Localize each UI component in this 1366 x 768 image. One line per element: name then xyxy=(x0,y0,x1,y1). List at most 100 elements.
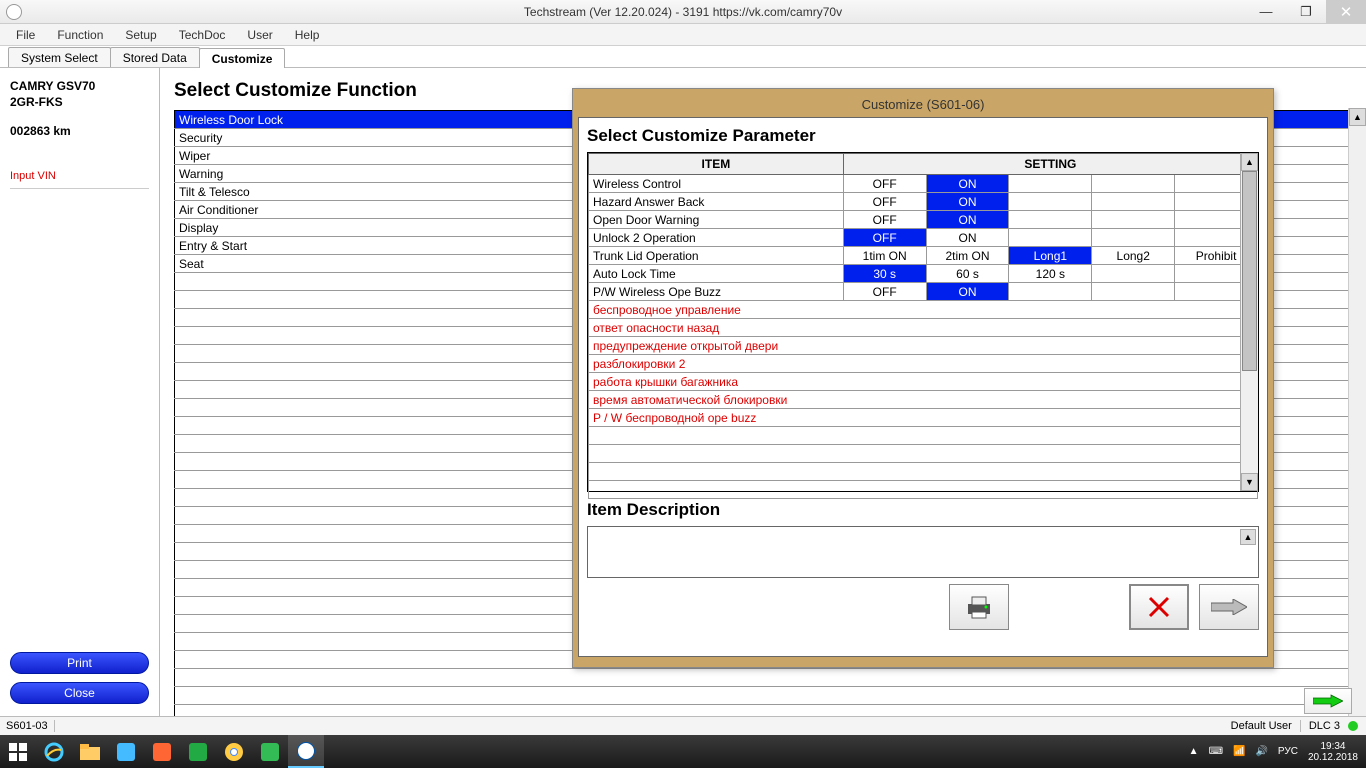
scroll-up-icon[interactable]: ▲ xyxy=(1349,108,1366,126)
param-option[interactable]: ON xyxy=(926,211,1009,229)
param-option[interactable]: 2tim ON xyxy=(926,247,1009,265)
input-vin-link[interactable]: Input VIN xyxy=(10,170,149,182)
app1-icon[interactable] xyxy=(108,735,144,768)
param-item[interactable]: Hazard Answer Back xyxy=(589,193,844,211)
tab-system-select[interactable]: System Select xyxy=(8,47,111,67)
techstream-taskbar-icon[interactable] xyxy=(288,735,324,768)
param-option xyxy=(1092,175,1175,193)
param-translation: разблокировки 2 xyxy=(589,355,1258,373)
scroll-up-icon[interactable]: ▲ xyxy=(1240,529,1256,545)
vehicle-model: CAMRY GSV70 xyxy=(10,78,149,94)
engine-code: 2GR-FKS xyxy=(10,94,149,110)
arrow-right-icon xyxy=(1211,599,1247,615)
empty-row xyxy=(589,463,1258,481)
status-code: S601-03 xyxy=(0,720,55,732)
window-titlebar: Techstream (Ver 12.20.024) - 3191 https:… xyxy=(0,0,1366,24)
left-sidebar: CAMRY GSV70 2GR-FKS 002863 km Input VIN … xyxy=(0,68,160,716)
param-option[interactable]: ON xyxy=(926,175,1009,193)
param-item[interactable]: Trunk Lid Operation xyxy=(589,247,844,265)
menu-function[interactable]: Function xyxy=(47,26,113,44)
item-desc-box: ▲ xyxy=(587,526,1259,578)
chrome-icon[interactable] xyxy=(216,735,252,768)
empty-row xyxy=(175,669,1352,687)
tab-stored-data[interactable]: Stored Data xyxy=(110,47,200,67)
param-option[interactable]: Long2 xyxy=(1092,247,1175,265)
menu-help[interactable]: Help xyxy=(285,26,330,44)
menu-user[interactable]: User xyxy=(237,26,282,44)
dialog-print-button[interactable] xyxy=(949,584,1009,630)
sub-tab-bar: System SelectStored DataCustomize xyxy=(0,46,1366,68)
param-option[interactable]: Long1 xyxy=(1009,247,1092,265)
param-option xyxy=(1092,229,1175,247)
param-option[interactable]: ON xyxy=(926,193,1009,211)
param-option xyxy=(1092,211,1175,229)
param-item[interactable]: Open Door Warning xyxy=(589,211,844,229)
keyboard-icon[interactable]: ⌨ xyxy=(1209,746,1223,757)
param-item[interactable]: P/W Wireless Ope Buzz xyxy=(589,283,844,301)
start-button[interactable] xyxy=(0,735,36,768)
param-option[interactable]: OFF xyxy=(843,175,926,193)
param-item[interactable]: Unlock 2 Operation xyxy=(589,229,844,247)
param-option xyxy=(1092,193,1175,211)
menu-setup[interactable]: Setup xyxy=(115,26,166,44)
store-icon[interactable] xyxy=(180,735,216,768)
param-translation: время автоматической блокировки xyxy=(589,391,1258,409)
param-item[interactable]: Wireless Control xyxy=(589,175,844,193)
menubar: FileFunctionSetupTechDocUserHelp xyxy=(0,24,1366,46)
param-scrollbar[interactable]: ▲ ▼ xyxy=(1240,153,1258,491)
app3-icon[interactable] xyxy=(252,735,288,768)
item-desc-heading: Item Description xyxy=(587,500,1259,520)
param-option xyxy=(1009,193,1092,211)
param-option xyxy=(1009,283,1092,301)
print-button[interactable]: Print xyxy=(10,652,149,674)
menu-techdoc[interactable]: TechDoc xyxy=(169,26,236,44)
param-option[interactable]: ON xyxy=(926,283,1009,301)
volume-icon[interactable]: 🔊 xyxy=(1255,746,1267,757)
param-option[interactable]: 60 s xyxy=(926,265,1009,283)
dialog-heading: Select Customize Parameter xyxy=(587,126,1259,146)
status-user: Default User xyxy=(1231,720,1292,732)
param-translation: работа крышки багажника xyxy=(589,373,1258,391)
statusbar: S601-03 Default User DLC 3 xyxy=(0,716,1366,735)
dialog-cancel-button[interactable] xyxy=(1129,584,1189,630)
tab-customize[interactable]: Customize xyxy=(199,48,286,68)
explorer-icon[interactable] xyxy=(72,735,108,768)
tray-clock[interactable]: 19:34 20.12.2018 xyxy=(1308,741,1358,763)
dialog-next-button[interactable] xyxy=(1199,584,1259,630)
param-translation: P / W беспроводной ope buzz xyxy=(589,409,1258,427)
col-item: ITEM xyxy=(589,154,844,175)
content-scrollbar[interactable]: ▲ xyxy=(1348,108,1366,716)
tray-up-icon[interactable]: ▲ xyxy=(1189,746,1199,757)
connection-dot-icon xyxy=(1348,721,1358,731)
windows-taskbar: ▲ ⌨ 📶 🔊 РУС 19:34 20.12.2018 xyxy=(0,735,1366,768)
param-option[interactable]: 1tim ON xyxy=(843,247,926,265)
next-arrow-button[interactable] xyxy=(1304,688,1352,714)
param-option[interactable]: OFF xyxy=(843,283,926,301)
app2-icon[interactable] xyxy=(144,735,180,768)
sidebar-divider xyxy=(10,188,149,189)
param-option[interactable]: OFF xyxy=(843,193,926,211)
param-translation: беспроводное управление xyxy=(589,301,1258,319)
close-button-sidebar[interactable]: Close xyxy=(10,682,149,704)
parameter-table: ITEMSETTINGWireless ControlOFFONHazard A… xyxy=(588,153,1258,499)
param-option[interactable]: 30 s xyxy=(843,265,926,283)
scroll-down-icon[interactable]: ▼ xyxy=(1241,473,1258,491)
scroll-up-icon[interactable]: ▲ xyxy=(1241,153,1258,171)
param-option[interactable]: 120 s xyxy=(1009,265,1092,283)
menu-file[interactable]: File xyxy=(6,26,45,44)
param-option[interactable]: ON xyxy=(926,229,1009,247)
col-setting: SETTING xyxy=(843,154,1257,175)
param-option[interactable]: OFF xyxy=(843,211,926,229)
param-option[interactable]: OFF xyxy=(843,229,926,247)
tray-lang[interactable]: РУС xyxy=(1278,746,1298,757)
param-option xyxy=(1092,283,1175,301)
scroll-thumb[interactable] xyxy=(1242,171,1257,371)
param-option xyxy=(1009,175,1092,193)
param-item[interactable]: Auto Lock Time xyxy=(589,265,844,283)
ie-icon[interactable] xyxy=(36,735,72,768)
printer-icon xyxy=(964,594,994,620)
network-icon[interactable]: 📶 xyxy=(1233,746,1245,757)
param-option xyxy=(1009,211,1092,229)
customize-dialog: Customize (S601-06) Select Customize Par… xyxy=(572,88,1274,668)
close-icon xyxy=(1147,595,1171,619)
